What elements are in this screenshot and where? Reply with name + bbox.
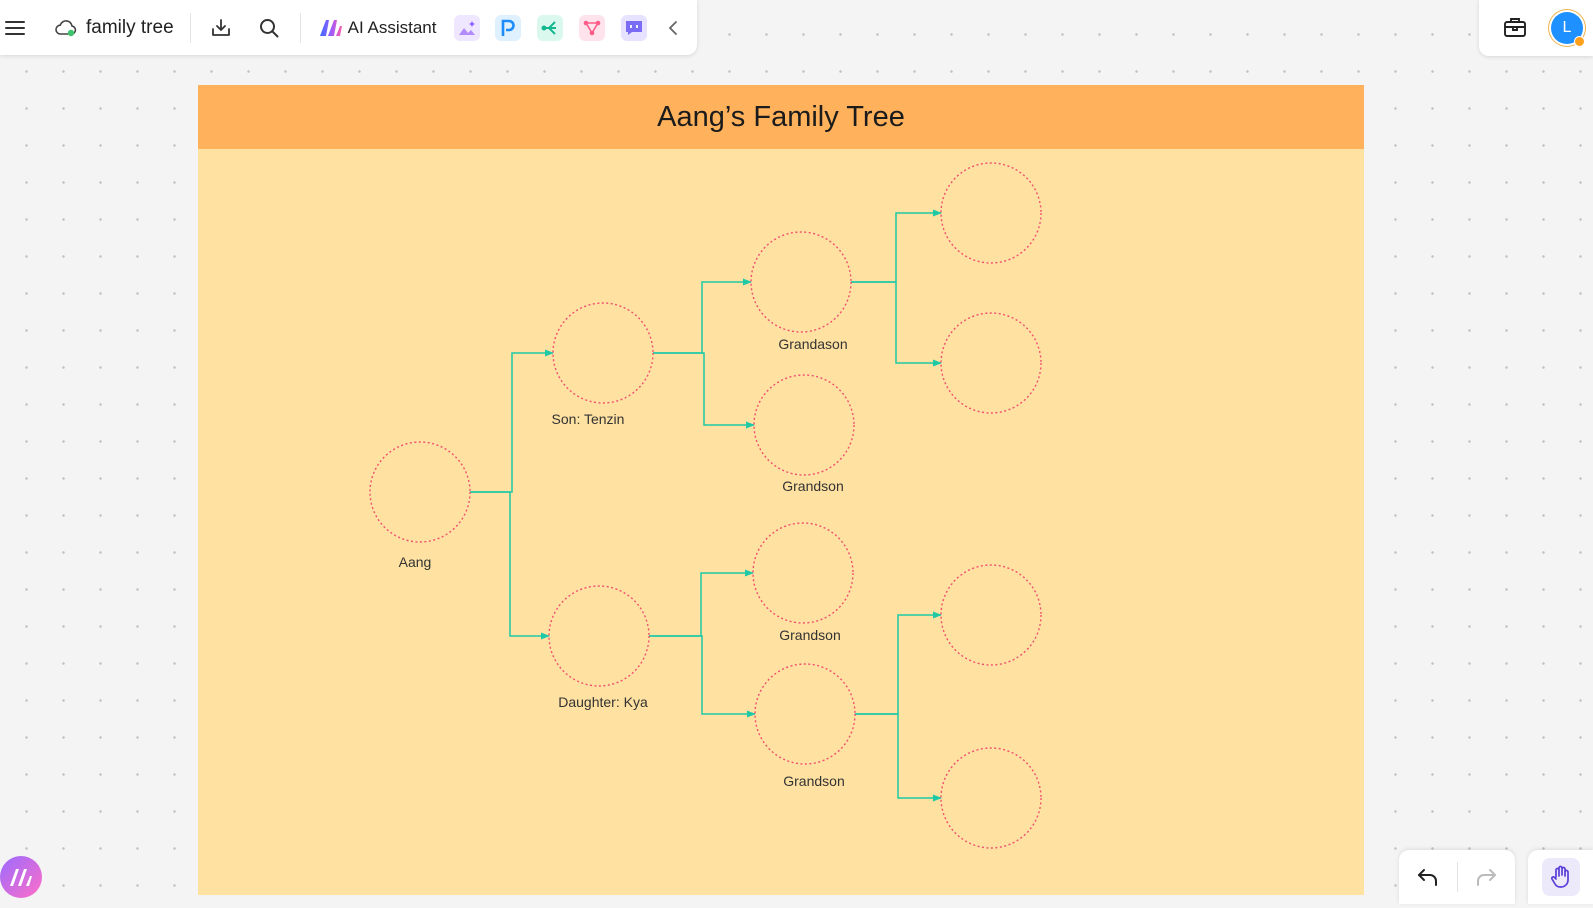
node-gs4[interactable] [754,663,856,765]
labels-layer: Aang Son: Tenzin Daughter: Kya Grandason Gra… [399,336,848,789]
ai-fab-button[interactable] [0,856,42,898]
history-controls [1399,850,1515,904]
connector-tenzin-gs2[interactable] [653,352,755,429]
node-label-gs1[interactable]: Grandason [778,336,847,352]
redo-icon[interactable] [1457,867,1515,887]
node-label-gs4[interactable]: Grandson [783,773,844,789]
connector-kya-gs3[interactable] [649,569,754,637]
connector-gs4-ggc3[interactable] [855,611,942,715]
connector-gs1-ggc1[interactable] [851,209,942,283]
node-aang[interactable] [369,441,471,543]
node-label-kya[interactable]: Daughter: Kya [558,694,648,710]
hand-icon [1550,865,1569,888]
connectors-layer [470,209,942,802]
connector-aang-kya[interactable] [470,491,550,640]
node-label-gs2[interactable]: Grandson [782,478,843,494]
connector-kya-gs4[interactable] [649,635,756,718]
node-label-gs3[interactable]: Grandson [779,627,840,643]
connector-tenzin-gs1[interactable] [653,278,752,354]
node-gs2[interactable] [753,374,855,476]
connector-aang-tenzin[interactable] [470,349,554,493]
family-tree-diagram: Aang Son: Tenzin Daughter: Kya Grandason Gra… [369,162,1042,849]
nodes-layer [369,162,1042,849]
connector-gs1-ggc2[interactable] [851,281,942,367]
node-ggc2[interactable] [940,312,1042,414]
node-label-tenzin[interactable]: Son: Tenzin [552,411,625,427]
node-tenzin[interactable] [552,302,654,404]
node-gs3[interactable] [752,522,854,624]
ai-fab-icon [10,869,32,886]
hand-tool-panel [1528,850,1593,904]
hand-tool-button[interactable] [1541,858,1580,896]
node-gs1[interactable] [750,231,852,333]
connector-gs4-ggc4[interactable] [855,713,942,802]
node-ggc4[interactable] [940,747,1042,849]
node-ggc3[interactable] [940,564,1042,666]
undo-icon[interactable] [1399,867,1457,887]
node-ggc1[interactable] [940,162,1042,264]
node-label-aang[interactable]: Aang [399,554,432,570]
node-kya[interactable] [548,585,650,687]
